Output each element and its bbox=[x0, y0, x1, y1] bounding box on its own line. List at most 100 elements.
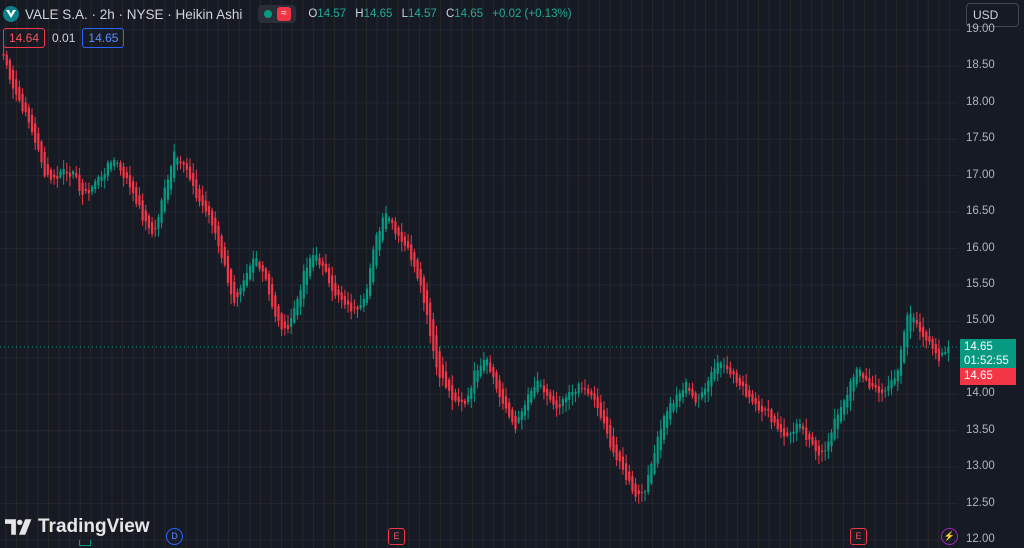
candle-body bbox=[580, 388, 583, 390]
dividend-marker[interactable]: D bbox=[166, 528, 183, 545]
candle-body bbox=[258, 261, 261, 269]
candle-body bbox=[150, 222, 154, 234]
candle-body bbox=[685, 381, 688, 394]
bar-countdown: 01:52:55 bbox=[964, 355, 1009, 367]
candle-body bbox=[277, 306, 280, 321]
candle-body bbox=[590, 391, 593, 396]
candle-body bbox=[501, 388, 504, 404]
price-axis-label: 16.50 bbox=[966, 205, 995, 218]
candle-body bbox=[394, 221, 397, 234]
candle-body bbox=[817, 445, 820, 456]
candle-body bbox=[147, 215, 151, 229]
candle-body bbox=[444, 371, 448, 388]
candle-body bbox=[855, 368, 858, 385]
ohlc-values: O14.57 H14.65 L14.57 C14.65 +0.02 (+0.13… bbox=[308, 8, 577, 20]
candle-body bbox=[666, 410, 669, 428]
chart-area[interactable] bbox=[0, 0, 1024, 548]
price-chart[interactable] bbox=[0, 0, 1024, 548]
candle-body bbox=[741, 381, 745, 387]
bid-ask-row: 14.64 0.01 14.65 bbox=[3, 28, 125, 48]
earnings-marker[interactable]: E bbox=[388, 528, 405, 545]
candle-body bbox=[792, 431, 795, 434]
high-label: H bbox=[355, 8, 364, 20]
candle-body bbox=[514, 415, 517, 430]
candle-body bbox=[448, 379, 451, 391]
candle-body bbox=[757, 401, 760, 411]
candle-body bbox=[877, 386, 881, 393]
candle-body bbox=[874, 384, 877, 388]
candle-body bbox=[27, 107, 30, 123]
tradingview-logo-icon bbox=[5, 519, 32, 535]
candle-body bbox=[707, 380, 710, 392]
candle-body bbox=[211, 210, 214, 226]
candle-body bbox=[37, 133, 40, 150]
candle-body bbox=[545, 388, 549, 396]
market-status[interactable]: ≈ bbox=[258, 5, 297, 23]
candle-body bbox=[59, 171, 62, 178]
candle-body bbox=[549, 392, 552, 400]
candle-body bbox=[201, 195, 204, 206]
price-axis-label: 15.00 bbox=[966, 314, 995, 327]
candle-body bbox=[11, 69, 15, 89]
candle-body bbox=[128, 175, 132, 188]
candles bbox=[2, 44, 950, 504]
symbol-logo-icon[interactable] bbox=[3, 6, 19, 22]
candle-body bbox=[154, 227, 157, 230]
candle-body bbox=[789, 433, 792, 435]
candle-body bbox=[530, 390, 533, 403]
candle-body bbox=[34, 123, 37, 143]
candle-body bbox=[476, 370, 479, 383]
candle-body bbox=[372, 249, 375, 282]
symbol-title[interactable]: VALE S.A. · 2h · NYSE · Heikin Ashi bbox=[25, 7, 242, 22]
candle-body bbox=[410, 244, 413, 261]
sell-price-button[interactable]: 14.64 bbox=[3, 28, 46, 48]
candle-body bbox=[871, 382, 874, 387]
candle-body bbox=[479, 365, 482, 377]
candle-body bbox=[662, 416, 666, 440]
split-marker-icon[interactable] bbox=[79, 540, 91, 546]
candle-body bbox=[90, 186, 94, 192]
earnings-marker[interactable]: E bbox=[850, 528, 867, 545]
candle-body bbox=[599, 402, 602, 418]
candle-body bbox=[141, 200, 144, 221]
low-value: 14.57 bbox=[407, 8, 437, 20]
candle-body bbox=[387, 218, 391, 222]
candle-body bbox=[903, 331, 906, 363]
candle-body bbox=[207, 206, 211, 216]
candle-body bbox=[406, 241, 410, 248]
candle-body bbox=[24, 102, 27, 112]
candle-body bbox=[947, 346, 950, 353]
candle-body bbox=[293, 308, 296, 323]
candle-body bbox=[305, 267, 309, 285]
candle-body bbox=[169, 166, 173, 190]
news-flash-icon[interactable]: ⚡ bbox=[941, 528, 958, 545]
candle-body bbox=[78, 174, 81, 191]
candle-body bbox=[157, 217, 160, 229]
candle-body bbox=[798, 424, 802, 429]
candle-body bbox=[261, 265, 264, 272]
candle-body bbox=[451, 385, 454, 401]
candle-body bbox=[327, 267, 331, 284]
candle-body bbox=[192, 173, 195, 186]
candle-body bbox=[700, 392, 704, 398]
candle-body bbox=[315, 255, 318, 262]
candle-body bbox=[583, 388, 587, 390]
candle-body bbox=[413, 252, 416, 267]
candle-body bbox=[650, 464, 653, 484]
candle-body bbox=[779, 424, 783, 433]
candle-body bbox=[185, 163, 188, 171]
candle-body bbox=[691, 389, 694, 397]
candle-body bbox=[94, 181, 97, 190]
candle-body bbox=[940, 352, 944, 355]
chart-grid bbox=[0, 0, 958, 548]
candle-body bbox=[400, 231, 403, 242]
candle-body bbox=[498, 380, 501, 398]
candle-body bbox=[628, 471, 631, 482]
price-axis-label: 17.00 bbox=[966, 168, 995, 181]
candle-body bbox=[504, 396, 508, 409]
candle-body bbox=[113, 159, 116, 166]
candle-body bbox=[732, 370, 735, 375]
candle-body bbox=[937, 348, 941, 362]
candle-body bbox=[21, 93, 24, 112]
buy-price-button[interactable]: 14.65 bbox=[82, 28, 125, 48]
